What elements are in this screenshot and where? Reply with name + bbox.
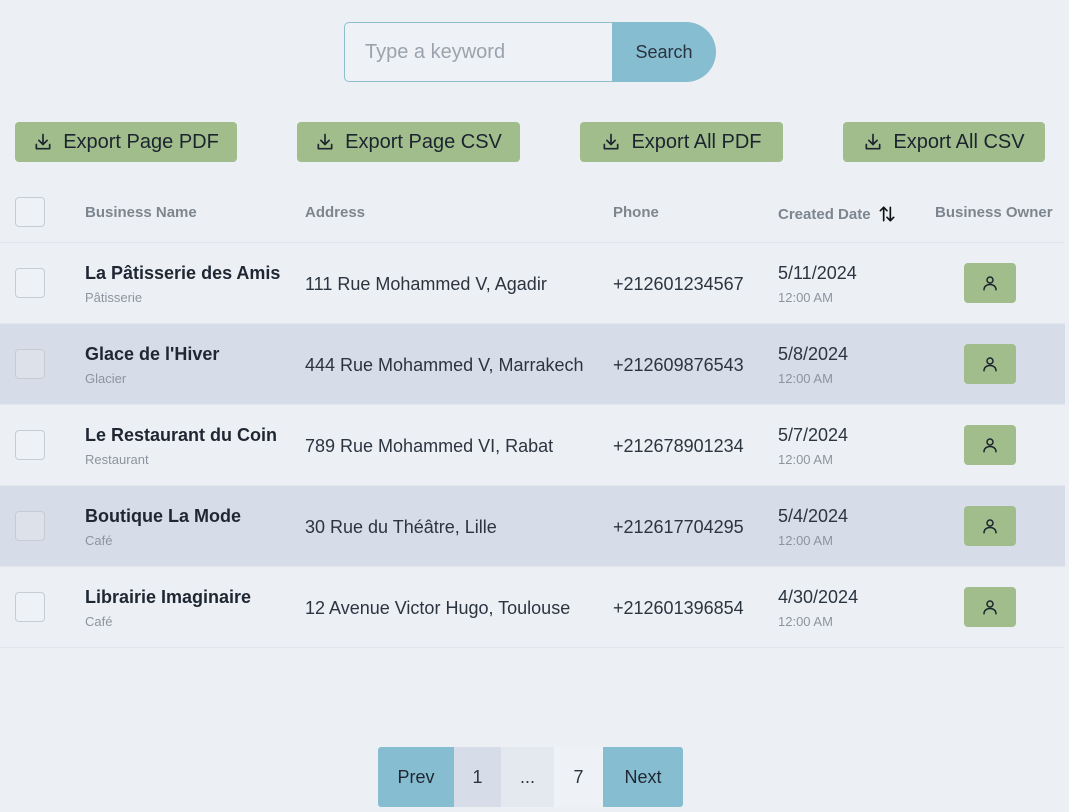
business-phone: +212601234567 <box>613 274 744 294</box>
download-icon <box>35 133 51 150</box>
business-address: 111 Rue Mohammed V, Agadir <box>305 274 547 294</box>
business-name: Glace de l'Hiver <box>85 344 220 364</box>
business-owner-button[interactable] <box>964 587 1016 627</box>
business-list-page: Search Export Page PDF Export Page CSV E… <box>0 0 1069 812</box>
business-phone: +212601396854 <box>613 598 744 618</box>
business-owner-button[interactable] <box>964 344 1016 384</box>
business-owner-button[interactable] <box>964 263 1016 303</box>
select-all-checkbox[interactable] <box>15 197 45 227</box>
business-address: 789 Rue Mohammed VI, Rabat <box>305 436 554 456</box>
table-row: Le Restaurant du Coin Restaurant 789 Rue… <box>0 405 1065 486</box>
business-phone: +212678901234 <box>613 436 744 456</box>
user-icon <box>983 276 997 291</box>
created-time: 12:00 AM <box>778 290 833 305</box>
table-row: Boutique La Mode Café 30 Rue du Théâtre,… <box>0 486 1065 567</box>
row-checkbox[interactable] <box>15 349 45 379</box>
row-checkbox[interactable] <box>15 511 45 541</box>
table-header-row: Business Name Address Phone Created Date… <box>0 186 1065 243</box>
business-category: Restaurant <box>85 452 149 467</box>
column-header-business-owner: Business Owner <box>935 204 1053 221</box>
business-phone: +212609876543 <box>613 355 744 375</box>
export-all-csv-label: Export All CSV <box>893 130 1025 153</box>
business-address: 12 Avenue Victor Hugo, Toulouse <box>305 598 571 618</box>
business-name: Librairie Imaginaire <box>85 587 252 607</box>
next-page-button[interactable]: Next <box>603 747 683 807</box>
search-button[interactable]: Search <box>612 22 716 82</box>
user-icon <box>983 357 997 372</box>
created-date: 5/11/2024 <box>778 263 857 283</box>
column-header-address: Address <box>305 204 366 221</box>
column-header-created-date-label: Created Date <box>778 205 871 223</box>
business-category: Pâtisserie <box>85 290 143 305</box>
business-address: 444 Rue Mohammed V, Marrakech <box>305 355 584 375</box>
table-row: Glace de l'Hiver Glacier 444 Rue Mohamme… <box>0 324 1065 405</box>
export-all-pdf-label: Export All PDF <box>631 130 762 153</box>
user-icon <box>983 519 997 534</box>
business-name: La Pâtisserie des Amis <box>85 263 281 283</box>
download-icon <box>603 133 619 150</box>
export-all-pdf-button[interactable]: Export All PDF <box>580 122 783 162</box>
created-date: 5/7/2024 <box>778 425 849 445</box>
prev-page-button[interactable]: Prev <box>378 747 454 807</box>
export-page-pdf-label: Export Page PDF <box>63 130 219 153</box>
table-row: La Pâtisserie des Amis Pâtisserie 111 Ru… <box>0 243 1065 324</box>
export-page-csv-label: Export Page CSV <box>345 130 502 153</box>
user-icon <box>983 600 997 615</box>
download-icon <box>317 133 333 150</box>
column-header-phone: Phone <box>613 204 659 221</box>
business-owner-button[interactable] <box>964 425 1016 465</box>
column-header-business-name: Business Name <box>85 204 197 221</box>
created-date: 5/4/2024 <box>778 506 849 526</box>
business-category: Café <box>85 614 113 629</box>
business-category: Café <box>85 533 113 548</box>
row-checkbox[interactable] <box>15 268 45 298</box>
business-name: Le Restaurant du Coin <box>85 425 278 445</box>
business-address: 30 Rue du Théâtre, Lille <box>305 517 497 537</box>
business-owner-button[interactable] <box>964 506 1016 546</box>
created-time: 12:00 AM <box>778 533 833 548</box>
business-name: Boutique La Mode <box>85 506 241 526</box>
business-table: Business Name Address Phone Created Date… <box>0 186 1065 648</box>
business-category: Glacier <box>85 371 127 386</box>
export-page-csv-button[interactable]: Export Page CSV <box>297 122 520 162</box>
created-time: 12:00 AM <box>778 371 833 386</box>
table-row: Librairie Imaginaire Café 12 Avenue Vict… <box>0 567 1065 648</box>
search-bar: Search <box>344 22 716 82</box>
export-all-csv-button[interactable]: Export All CSV <box>843 122 1045 162</box>
user-icon <box>983 438 997 453</box>
page-7-button[interactable]: 7 <box>554 747 603 807</box>
search-input[interactable] <box>344 22 612 82</box>
row-checkbox[interactable] <box>15 430 45 460</box>
pagination: Prev 1 ... 7 Next <box>378 747 683 807</box>
created-date: 5/8/2024 <box>778 344 849 364</box>
created-date: 4/30/2024 <box>778 587 859 607</box>
created-time: 12:00 AM <box>778 614 833 629</box>
page-1-button[interactable]: 1 <box>454 747 501 807</box>
export-page-pdf-button[interactable]: Export Page PDF <box>15 122 237 162</box>
column-header-created-date[interactable]: Created Date <box>778 204 897 224</box>
created-time: 12:00 AM <box>778 452 833 467</box>
business-phone: +212617704295 <box>613 517 744 537</box>
row-checkbox[interactable] <box>15 592 45 622</box>
download-icon <box>865 133 881 150</box>
pagination-ellipsis: ... <box>501 747 554 807</box>
sort-arrows-icon[interactable] <box>877 204 897 224</box>
